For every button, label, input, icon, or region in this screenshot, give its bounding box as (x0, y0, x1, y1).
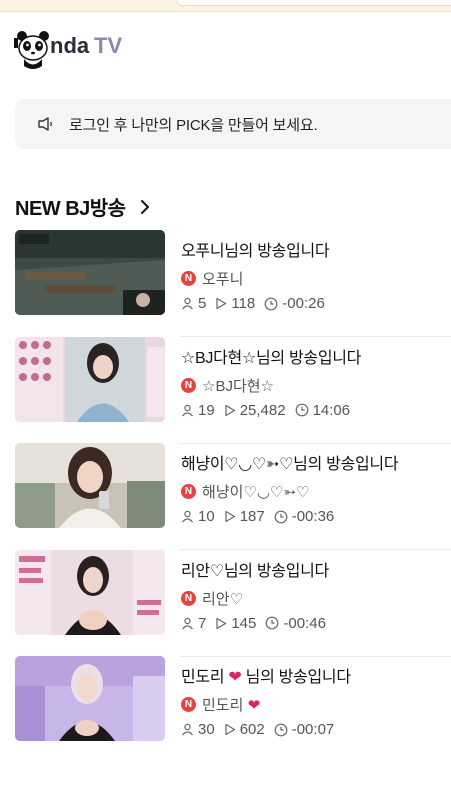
speaker-icon (38, 117, 52, 131)
broadcast-title[interactable]: 오푸니님의 방송입니다 (181, 237, 451, 261)
viewer-icon (182, 510, 193, 523)
broadcast-item[interactable]: 해냥이♡◡♡➳♡님의 방송입니다 N 해냥이♡◡♡➳♡ 10 187 -00:36 (15, 442, 451, 550)
top-search-edge[interactable] (175, 0, 451, 6)
play-icon (225, 723, 235, 736)
section-title: NEW BJ방송 (15, 198, 126, 220)
broadcast-list: 오푸니님의 방송입니다 N 오푸니 5 118 -00:26 ☆BJ다현☆님의 … (15, 230, 451, 763)
play-icon (216, 297, 227, 310)
channel-name[interactable]: 해냥이♡◡♡➳♡ (202, 481, 309, 502)
broadcast-thumbnail[interactable] (15, 443, 165, 528)
top-banner-strip (0, 0, 451, 12)
broadcast-thumbnail[interactable] (15, 656, 165, 741)
broadcast-thumbnail[interactable] (15, 549, 165, 635)
broadcast-time: -00:26 (282, 295, 325, 312)
viewer-count: 7 (198, 614, 207, 632)
channel-name[interactable]: 오푸니 (202, 268, 243, 289)
new-bj-section-header[interactable]: NEW BJ방송 (15, 192, 150, 221)
broadcast-title[interactable]: 민도리 ❤ 님의 방송입니다 (181, 663, 451, 687)
broadcast-time: 14:06 (312, 401, 351, 419)
play-icon (225, 404, 235, 416)
panda-logo-icon: nda TV (14, 31, 122, 69)
broadcast-time: -00:46 (283, 614, 326, 632)
broadcast-thumbnail[interactable] (15, 230, 165, 315)
viewer-count: 10 (198, 508, 215, 525)
play-count: 602 (239, 721, 265, 738)
n-badge-icon: N (181, 377, 196, 393)
broadcast-item[interactable]: 리안♡님의 방송입니다 N 리안♡ 7 145 -00:46 (15, 549, 451, 657)
channel-name[interactable]: ☆BJ다현☆ (202, 375, 274, 396)
channel-name[interactable]: 민도리 ❤ (202, 694, 260, 715)
viewer-icon (182, 404, 193, 416)
play-icon (225, 510, 235, 523)
broadcast-item[interactable]: ☆BJ다현☆님의 방송입니다 N ☆BJ다현☆ 19 25,482 14:06 (15, 336, 451, 444)
broadcast-title[interactable]: 리안♡님의 방송입니다 (181, 557, 451, 581)
broadcast-title[interactable]: ☆BJ다현☆님의 방송입니다 (181, 344, 451, 368)
clock-icon (274, 723, 288, 736)
n-badge-icon: N (181, 271, 196, 286)
login-notice-banner[interactable]: 로그인 후 나만의 PICK을 만들어 보세요. (15, 99, 451, 149)
broadcast-title[interactable]: 해냥이♡◡♡➳♡님의 방송입니다 (181, 450, 451, 474)
broadcast-item[interactable]: 오푸니님의 방송입니다 N 오푸니 5 118 -00:26 (15, 230, 451, 337)
viewer-icon (182, 617, 193, 629)
n-badge-icon: N (181, 484, 196, 499)
play-icon (216, 617, 227, 629)
pandatv-logo[interactable]: nda TV (14, 26, 126, 72)
svg-text:TV: TV (94, 33, 122, 58)
svg-text:nda: nda (50, 33, 90, 58)
chevron-right-icon[interactable] (140, 199, 150, 215)
broadcast-time: -00:36 (291, 508, 335, 525)
play-count: 187 (239, 508, 265, 525)
broadcast-item[interactable]: 민도리 ❤ 님의 방송입니다 N 민도리 ❤ 30 602 -00:07 (15, 655, 451, 763)
viewer-icon (182, 297, 193, 310)
play-count: 25,482 (239, 401, 286, 419)
notice-text: 로그인 후 나만의 PICK을 만들어 보세요. (69, 116, 318, 134)
viewer-icon (182, 723, 193, 736)
n-badge-icon: N (181, 590, 196, 606)
play-count: 145 (231, 614, 257, 632)
n-badge-icon: N (181, 697, 196, 712)
play-count: 118 (231, 295, 256, 312)
clock-icon (265, 616, 279, 630)
clock-icon (274, 510, 288, 523)
viewer-count: 30 (198, 721, 215, 738)
clock-icon (264, 297, 278, 310)
viewer-count: 5 (198, 295, 207, 312)
clock-icon (295, 403, 308, 417)
channel-name[interactable]: 리안♡ (202, 588, 243, 609)
viewer-count: 19 (198, 401, 215, 419)
broadcast-time: -00:07 (291, 721, 335, 738)
broadcast-thumbnail[interactable] (15, 336, 165, 422)
